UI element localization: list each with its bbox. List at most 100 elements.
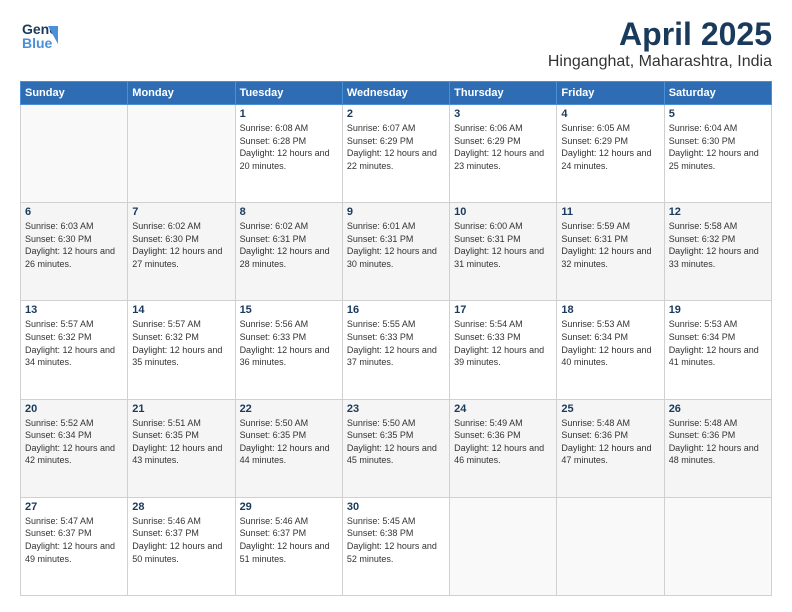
day-cell: 9 Sunrise: 6:01 AM Sunset: 6:31 PM Dayli… xyxy=(342,203,449,301)
sunset-text: Sunset: 6:35 PM xyxy=(240,430,307,440)
week-row-5: 27 Sunrise: 5:47 AM Sunset: 6:37 PM Dayl… xyxy=(21,497,772,595)
day-info: Sunrise: 6:08 AM Sunset: 6:28 PM Dayligh… xyxy=(240,122,338,172)
daylight-text: Daylight: 12 hours and 51 minutes. xyxy=(240,541,330,564)
daylight-text: Daylight: 12 hours and 33 minutes. xyxy=(669,246,759,269)
day-info: Sunrise: 5:54 AM Sunset: 6:33 PM Dayligh… xyxy=(454,318,552,368)
day-info: Sunrise: 5:48 AM Sunset: 6:36 PM Dayligh… xyxy=(669,417,767,467)
day-cell xyxy=(21,105,128,203)
sunrise-text: Sunrise: 6:04 AM xyxy=(669,123,738,133)
daylight-text: Daylight: 12 hours and 35 minutes. xyxy=(132,345,222,368)
day-number: 14 xyxy=(132,304,230,316)
week-row-1: 1 Sunrise: 6:08 AM Sunset: 6:28 PM Dayli… xyxy=(21,105,772,203)
daylight-text: Daylight: 12 hours and 23 minutes. xyxy=(454,148,544,171)
sunset-text: Sunset: 6:30 PM xyxy=(669,136,736,146)
day-cell: 3 Sunrise: 6:06 AM Sunset: 6:29 PM Dayli… xyxy=(450,105,557,203)
sunrise-text: Sunrise: 6:08 AM xyxy=(240,123,309,133)
sunrise-text: Sunrise: 5:47 AM xyxy=(25,516,94,526)
sunrise-text: Sunrise: 6:07 AM xyxy=(347,123,416,133)
day-info: Sunrise: 5:59 AM Sunset: 6:31 PM Dayligh… xyxy=(561,220,659,270)
day-cell xyxy=(128,105,235,203)
sunrise-text: Sunrise: 5:50 AM xyxy=(347,418,416,428)
day-info: Sunrise: 5:48 AM Sunset: 6:36 PM Dayligh… xyxy=(561,417,659,467)
day-cell xyxy=(450,497,557,595)
day-cell xyxy=(664,497,771,595)
day-cell: 23 Sunrise: 5:50 AM Sunset: 6:35 PM Dayl… xyxy=(342,399,449,497)
day-cell: 12 Sunrise: 5:58 AM Sunset: 6:32 PM Dayl… xyxy=(664,203,771,301)
day-cell: 7 Sunrise: 6:02 AM Sunset: 6:30 PM Dayli… xyxy=(128,203,235,301)
daylight-text: Daylight: 12 hours and 39 minutes. xyxy=(454,345,544,368)
daylight-text: Daylight: 12 hours and 27 minutes. xyxy=(132,246,222,269)
sunset-text: Sunset: 6:36 PM xyxy=(669,430,736,440)
daylight-text: Daylight: 12 hours and 43 minutes. xyxy=(132,443,222,466)
sunset-text: Sunset: 6:37 PM xyxy=(240,528,307,538)
day-cell: 13 Sunrise: 5:57 AM Sunset: 6:32 PM Dayl… xyxy=(21,301,128,399)
day-number: 2 xyxy=(347,108,445,120)
week-row-4: 20 Sunrise: 5:52 AM Sunset: 6:34 PM Dayl… xyxy=(21,399,772,497)
page: General Blue April 2025 Hinganghat, Maha… xyxy=(0,0,792,612)
day-info: Sunrise: 5:56 AM Sunset: 6:33 PM Dayligh… xyxy=(240,318,338,368)
daylight-text: Daylight: 12 hours and 25 minutes. xyxy=(669,148,759,171)
day-number: 5 xyxy=(669,108,767,120)
day-cell: 28 Sunrise: 5:46 AM Sunset: 6:37 PM Dayl… xyxy=(128,497,235,595)
sunset-text: Sunset: 6:31 PM xyxy=(240,234,307,244)
sunset-text: Sunset: 6:38 PM xyxy=(347,528,414,538)
sunset-text: Sunset: 6:33 PM xyxy=(240,332,307,342)
day-cell: 6 Sunrise: 6:03 AM Sunset: 6:30 PM Dayli… xyxy=(21,203,128,301)
day-number: 10 xyxy=(454,206,552,218)
day-info: Sunrise: 5:53 AM Sunset: 6:34 PM Dayligh… xyxy=(561,318,659,368)
day-info: Sunrise: 5:50 AM Sunset: 6:35 PM Dayligh… xyxy=(347,417,445,467)
sunrise-text: Sunrise: 6:05 AM xyxy=(561,123,630,133)
day-info: Sunrise: 5:57 AM Sunset: 6:32 PM Dayligh… xyxy=(132,318,230,368)
day-cell: 24 Sunrise: 5:49 AM Sunset: 6:36 PM Dayl… xyxy=(450,399,557,497)
week-row-3: 13 Sunrise: 5:57 AM Sunset: 6:32 PM Dayl… xyxy=(21,301,772,399)
day-info: Sunrise: 5:55 AM Sunset: 6:33 PM Dayligh… xyxy=(347,318,445,368)
day-cell xyxy=(557,497,664,595)
sunset-text: Sunset: 6:32 PM xyxy=(25,332,92,342)
day-info: Sunrise: 6:05 AM Sunset: 6:29 PM Dayligh… xyxy=(561,122,659,172)
day-number: 16 xyxy=(347,304,445,316)
day-number: 28 xyxy=(132,501,230,513)
sunset-text: Sunset: 6:35 PM xyxy=(132,430,199,440)
day-number: 15 xyxy=(240,304,338,316)
day-cell: 10 Sunrise: 6:00 AM Sunset: 6:31 PM Dayl… xyxy=(450,203,557,301)
sunrise-text: Sunrise: 5:59 AM xyxy=(561,221,630,231)
day-info: Sunrise: 5:50 AM Sunset: 6:35 PM Dayligh… xyxy=(240,417,338,467)
day-number: 26 xyxy=(669,403,767,415)
sunset-text: Sunset: 6:36 PM xyxy=(454,430,521,440)
col-saturday: Saturday xyxy=(664,82,771,105)
sunrise-text: Sunrise: 5:52 AM xyxy=(25,418,94,428)
daylight-text: Daylight: 12 hours and 52 minutes. xyxy=(347,541,437,564)
sunset-text: Sunset: 6:28 PM xyxy=(240,136,307,146)
day-number: 7 xyxy=(132,206,230,218)
sunset-text: Sunset: 6:29 PM xyxy=(454,136,521,146)
day-info: Sunrise: 6:00 AM Sunset: 6:31 PM Dayligh… xyxy=(454,220,552,270)
daylight-text: Daylight: 12 hours and 44 minutes. xyxy=(240,443,330,466)
sunrise-text: Sunrise: 5:58 AM xyxy=(669,221,738,231)
daylight-text: Daylight: 12 hours and 20 minutes. xyxy=(240,148,330,171)
sunset-text: Sunset: 6:29 PM xyxy=(347,136,414,146)
title-block: April 2025 Hinganghat, Maharashtra, Indi… xyxy=(548,16,772,71)
day-cell: 5 Sunrise: 6:04 AM Sunset: 6:30 PM Dayli… xyxy=(664,105,771,203)
day-info: Sunrise: 6:01 AM Sunset: 6:31 PM Dayligh… xyxy=(347,220,445,270)
day-number: 1 xyxy=(240,108,338,120)
day-cell: 17 Sunrise: 5:54 AM Sunset: 6:33 PM Dayl… xyxy=(450,301,557,399)
sunset-text: Sunset: 6:37 PM xyxy=(25,528,92,538)
daylight-text: Daylight: 12 hours and 42 minutes. xyxy=(25,443,115,466)
logo-icon: General Blue xyxy=(20,16,58,54)
daylight-text: Daylight: 12 hours and 22 minutes. xyxy=(347,148,437,171)
daylight-text: Daylight: 12 hours and 48 minutes. xyxy=(669,443,759,466)
sunrise-text: Sunrise: 5:53 AM xyxy=(669,319,738,329)
day-info: Sunrise: 5:46 AM Sunset: 6:37 PM Dayligh… xyxy=(132,515,230,565)
sunrise-text: Sunrise: 5:55 AM xyxy=(347,319,416,329)
sunrise-text: Sunrise: 5:49 AM xyxy=(454,418,523,428)
day-info: Sunrise: 5:47 AM Sunset: 6:37 PM Dayligh… xyxy=(25,515,123,565)
col-thursday: Thursday xyxy=(450,82,557,105)
sunrise-text: Sunrise: 5:50 AM xyxy=(240,418,309,428)
sunrise-text: Sunrise: 5:53 AM xyxy=(561,319,630,329)
daylight-text: Daylight: 12 hours and 37 minutes. xyxy=(347,345,437,368)
sunrise-text: Sunrise: 5:57 AM xyxy=(25,319,94,329)
daylight-text: Daylight: 12 hours and 30 minutes. xyxy=(347,246,437,269)
calendar-header-row: Sunday Monday Tuesday Wednesday Thursday… xyxy=(21,82,772,105)
week-row-2: 6 Sunrise: 6:03 AM Sunset: 6:30 PM Dayli… xyxy=(21,203,772,301)
day-cell: 16 Sunrise: 5:55 AM Sunset: 6:33 PM Dayl… xyxy=(342,301,449,399)
